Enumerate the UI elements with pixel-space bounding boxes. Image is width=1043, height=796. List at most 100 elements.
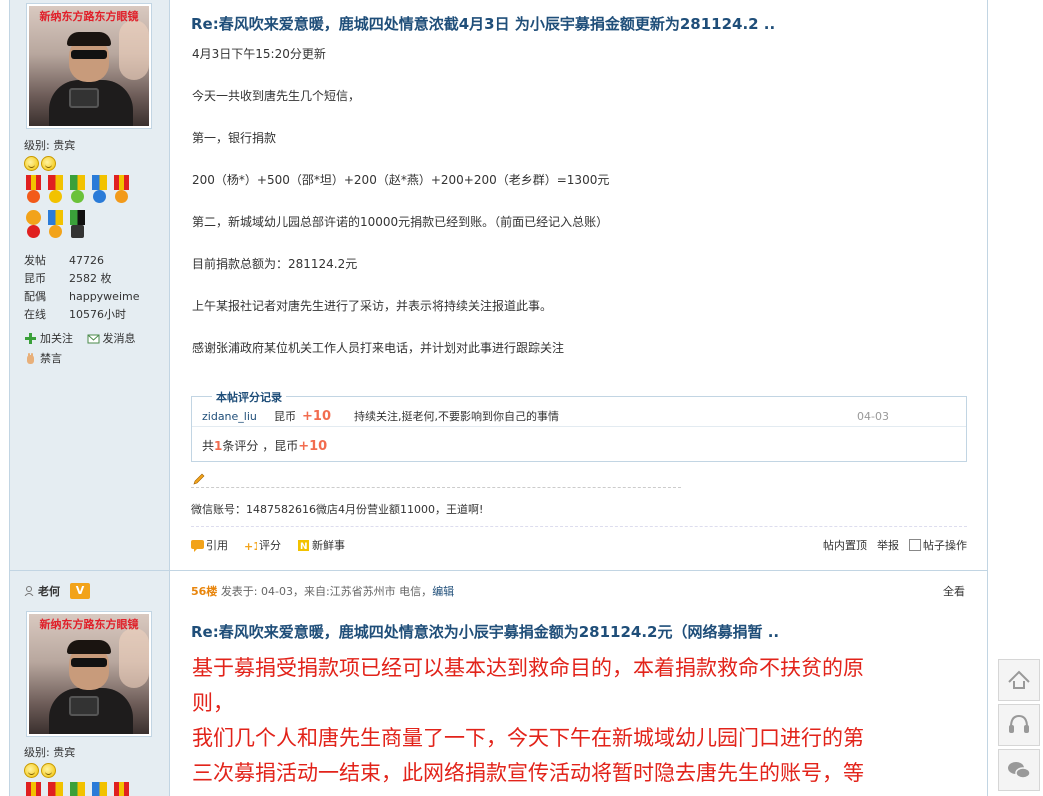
wechat-icon xyxy=(1008,762,1031,779)
post-body-line: 200（杨*）+500（邵*坦）+200（赵*燕）+200+200（老乡群）=1… xyxy=(192,173,610,187)
forum-thread: 新纳东方路东方眼镜 级别: 贵宾 发帖 47726 昆币 2582 枚 配偶 h… xyxy=(9,0,988,796)
author-name[interactable]: 老何 V xyxy=(24,583,90,599)
message-button[interactable]: 发消息 xyxy=(87,328,136,348)
vip-badge: V xyxy=(70,583,90,599)
user-level: 级别: 贵宾 xyxy=(24,137,144,242)
avatar-ad-text: 新纳东方路东方眼镜 xyxy=(39,618,139,631)
smile-icon xyxy=(41,763,56,778)
post-footer: 引用 +1 评分 N 新鲜事 帖内置顶 举报 xyxy=(191,537,967,557)
user-stats: 发帖 47726 昆币 2582 枚 配偶 happyweime 在线 10576小时 xyxy=(24,252,164,324)
hand-icon xyxy=(27,352,34,364)
user-level: 级别: 贵宾 xyxy=(24,744,144,796)
post-meta: 56楼 发表于: 04-03，来自:江苏省苏州市 电信，编辑 xyxy=(191,585,455,598)
post-body-line: 第一，银行捐款 xyxy=(192,131,277,145)
post-body-line: 今天一共收到唐先生几个短信， xyxy=(192,89,361,103)
stat-row: 发帖 47726 xyxy=(24,254,104,267)
svg-text:+1: +1 xyxy=(244,540,257,552)
rate-button[interactable]: +1 评分 xyxy=(244,537,281,553)
ban-button[interactable]: 禁言 xyxy=(24,348,62,368)
user-icon xyxy=(24,586,34,596)
pencil-icon xyxy=(193,473,205,485)
post-body-line: 4月3日下午15:20分更新 xyxy=(192,47,326,61)
post-author-sidebar: 老何 V 新纳东方路东方眼镜 级别: 贵宾 xyxy=(10,571,170,796)
rating-date: 04-03 xyxy=(857,410,889,423)
report-link[interactable]: 举报 xyxy=(877,537,899,553)
view-all-link[interactable]: 全看 xyxy=(943,583,965,599)
medal-icon[interactable] xyxy=(90,175,109,207)
medal-icon[interactable] xyxy=(68,175,87,207)
floor-number[interactable]: 56楼 xyxy=(191,585,217,598)
rating-row: zidane_liu 昆币 +10 持续关注,挺老何,不要影响到你自己的事情 0… xyxy=(192,407,966,427)
rating-reason: 持续关注,挺老何,不要影响到你自己的事情 xyxy=(354,410,559,423)
smile-icon xyxy=(41,156,56,171)
medal-icon[interactable] xyxy=(46,782,65,796)
post-title[interactable]: Re:春风吹来爱意暖，鹿城四处情意浓为小辰宇募捐金额为281124.2元（网络募… xyxy=(191,621,779,642)
stat-row: 配偶 happyweime xyxy=(24,290,140,303)
post-title[interactable]: Re:春风吹来爱意暖，鹿城四处情意浓截4月3日 为小辰宇募捐金额更新为28112… xyxy=(191,13,775,34)
fresh-button[interactable]: N 新鲜事 xyxy=(297,537,345,553)
checkbox-icon[interactable] xyxy=(909,539,921,551)
medal-icon[interactable] xyxy=(68,210,87,242)
post-ops-checkbox[interactable]: 帖子操作 xyxy=(909,537,967,553)
customer-service-button[interactable] xyxy=(998,704,1040,746)
envelope-icon xyxy=(87,334,99,343)
wechat-button[interactable] xyxy=(998,749,1040,791)
post-body-line: 三次募捐活动一结束，此网络捐款宣传活动将暂时隐去唐先生的账号，等 xyxy=(192,761,864,785)
rating-amount: +10 xyxy=(302,409,331,424)
level-label: 级别: 贵宾 xyxy=(24,139,76,152)
post-body-line: 第二，新城域幼儿园总部许诺的10000元捐款已经到账。（前面已经记入总账） xyxy=(192,215,609,229)
edit-link[interactable]: 编辑 xyxy=(432,585,454,598)
post-body-line: 则， xyxy=(192,691,234,715)
medal-icon[interactable] xyxy=(112,175,131,207)
pin-in-thread-link[interactable]: 帖内置顶 xyxy=(823,537,867,553)
news-icon: N xyxy=(298,539,309,552)
follow-button[interactable]: 加关注 xyxy=(24,328,73,348)
rating-currency: 昆币 xyxy=(274,410,296,423)
level-smiles xyxy=(24,763,144,778)
post-body-line: 目前捐款总额为：281124.2元 xyxy=(192,257,358,271)
post-body-line: 我们几个人和唐先生商量了一下，今天下午在新城域幼儿园门口进行的第 xyxy=(192,726,864,750)
medal-icon[interactable] xyxy=(46,175,65,207)
footer-divider xyxy=(191,526,967,527)
medal-icon[interactable] xyxy=(68,782,87,796)
signature: 微信账号：1487582616微店4月份营业额11000，王道啊! xyxy=(191,503,484,516)
smile-icon xyxy=(24,763,39,778)
stat-row: 昆币 2582 枚 xyxy=(24,272,112,285)
avatar-ad-text: 新纳东方路东方眼镜 xyxy=(39,10,139,23)
medal-list xyxy=(24,782,144,796)
post-56: 老何 V 新纳东方路东方眼镜 级别: 贵宾 56楼 发表于: 04-03，来自:… xyxy=(10,570,987,796)
back-to-top-button[interactable] xyxy=(998,659,1040,701)
post-body-line: 感谢张浦政府某位机关工作人员打来电话，并计划对此事进行跟踪关注 xyxy=(192,341,565,355)
medal-icon[interactable] xyxy=(24,210,43,242)
floating-toolbar xyxy=(998,659,1040,794)
rating-user[interactable]: zidane_liu xyxy=(202,407,257,427)
svg-text:N: N xyxy=(300,542,308,552)
post-content: 56楼 发表于: 04-03，来自:江苏省苏州市 电信，编辑 全看 Re:春风吹… xyxy=(170,571,987,796)
post-body-line: 基于募捐受捐款项已经可以基本达到救命目的，本着捐款救命不扶贫的原 xyxy=(192,656,864,680)
post-author-sidebar: 新纳东方路东方眼镜 级别: 贵宾 发帖 47726 昆币 2582 枚 配偶 h… xyxy=(10,0,170,570)
medal-icon[interactable] xyxy=(24,782,43,796)
post-55: 新纳东方路东方眼镜 级别: 贵宾 发帖 47726 昆币 2582 枚 配偶 h… xyxy=(10,0,987,570)
medal-icon[interactable] xyxy=(46,210,65,242)
avatar[interactable]: 新纳东方路东方眼镜 xyxy=(26,3,152,129)
stat-row: 在线 10576小时 xyxy=(24,308,126,321)
signature-divider xyxy=(191,487,681,488)
plus-icon xyxy=(25,332,36,344)
rating-record: 本帖评分记录 zidane_liu 昆币 +10 持续关注,挺老何,不要影响到你… xyxy=(191,389,967,462)
medal-icon[interactable] xyxy=(112,782,131,796)
medal-icon[interactable] xyxy=(90,782,109,796)
headset-icon xyxy=(1009,714,1029,733)
avatar[interactable]: 新纳东方路东方眼镜 xyxy=(26,611,152,737)
arrow-up-icon xyxy=(1008,670,1030,689)
level-label: 级别: 贵宾 xyxy=(24,746,76,759)
quote-button[interactable]: 引用 xyxy=(191,537,228,553)
post-content: Re:春风吹来爱意暖，鹿城四处情意浓截4月3日 为小辰宇募捐金额更新为28112… xyxy=(170,0,987,570)
medal-list xyxy=(24,175,144,242)
medal-icon[interactable] xyxy=(24,175,43,207)
rating-summary: 共1条评分 ，昆币+10 xyxy=(202,439,328,454)
plus-one-icon: +1 xyxy=(244,540,257,552)
smile-icon xyxy=(24,156,39,171)
quote-icon xyxy=(191,539,204,552)
rating-legend: 本帖评分记录 xyxy=(212,389,286,405)
post-body-line: 上午某报社记者对唐先生进行了采访，并表示将持续关注报道此事。 xyxy=(192,299,553,313)
